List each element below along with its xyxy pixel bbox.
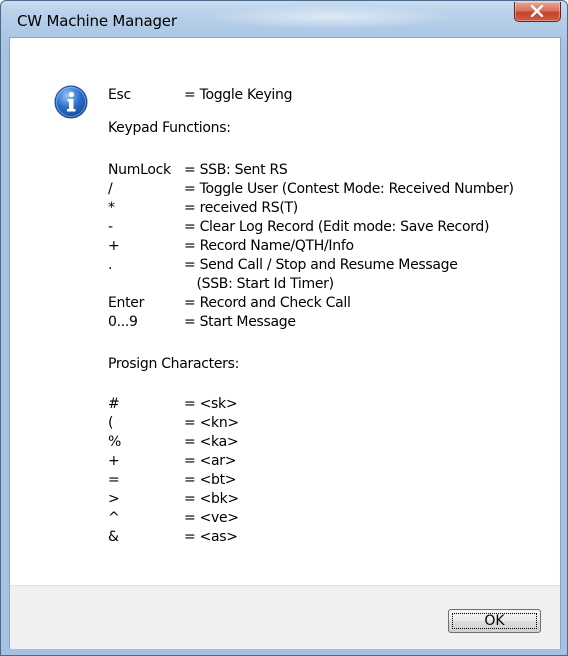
- keypad-key: -: [108, 219, 113, 235]
- ok-button-label: OK: [484, 613, 505, 629]
- prosign-key: %: [108, 434, 122, 450]
- keypad-description: = SSB: Sent RS: [184, 162, 288, 178]
- prosign-description: = <bk>: [184, 491, 239, 507]
- info-icon: [54, 85, 88, 119]
- title-bar-glow: [201, 5, 461, 29]
- prosign-key: #: [108, 396, 120, 412]
- prosign-characters-heading: Prosign Characters:: [108, 356, 240, 372]
- keypad-description: = Clear Log Record (Edit mode: Save Reco…: [184, 219, 490, 235]
- dialog-client-area: Esc = Toggle Keying Keypad Functions: Nu…: [9, 37, 561, 649]
- shortcut-description: = Toggle Keying: [184, 87, 293, 103]
- prosign-key: (: [108, 415, 114, 431]
- close-button[interactable]: [514, 2, 561, 22]
- close-icon: [530, 5, 544, 17]
- prosign-description: = <kn>: [184, 415, 239, 431]
- keypad-description: (SSB: Start Id Timer): [184, 276, 334, 292]
- prosign-description: = <ve>: [184, 510, 239, 526]
- dialog-window: CW Machine Manager Esc = Toggle Keying K…: [0, 0, 568, 656]
- keypad-description: = Record Name/QTH/Info: [184, 238, 354, 254]
- keypad-description: = Send Call / Stop and Resume Message: [184, 257, 458, 273]
- keypad-description: = received RS(T): [184, 200, 298, 216]
- prosign-description: = <ar>: [184, 453, 237, 469]
- keypad-key: /: [108, 181, 113, 197]
- dialog-button-bar: OK: [10, 585, 560, 649]
- keypad-key: .: [108, 257, 113, 273]
- window-title: CW Machine Manager: [17, 12, 177, 30]
- prosign-key: >: [108, 491, 120, 507]
- keypad-key: 0...9: [108, 314, 138, 330]
- keypad-description: = Start Message: [184, 314, 296, 330]
- prosign-key: =: [108, 472, 120, 488]
- keypad-key: Enter: [108, 295, 145, 311]
- keypad-functions-heading: Keypad Functions:: [108, 120, 231, 136]
- prosign-key: &: [108, 529, 119, 545]
- title-bar[interactable]: CW Machine Manager: [1, 1, 567, 37]
- prosign-description: = <sk>: [184, 396, 238, 412]
- ok-button[interactable]: OK: [448, 609, 541, 633]
- keypad-description: = Record and Check Call: [184, 295, 351, 311]
- prosign-description: = <bt>: [184, 472, 237, 488]
- prosign-description: = <ka>: [184, 434, 239, 450]
- prosign-description: = <as>: [184, 529, 238, 545]
- shortcut-key: Esc: [108, 87, 131, 103]
- keypad-key: +: [108, 238, 120, 254]
- prosign-key: ^: [108, 510, 120, 526]
- keypad-key: NumLock: [108, 162, 171, 178]
- keypad-description: = Toggle User (Contest Mode: Received Nu…: [184, 181, 514, 197]
- keypad-key: *: [108, 200, 115, 216]
- prosign-key: +: [108, 453, 120, 469]
